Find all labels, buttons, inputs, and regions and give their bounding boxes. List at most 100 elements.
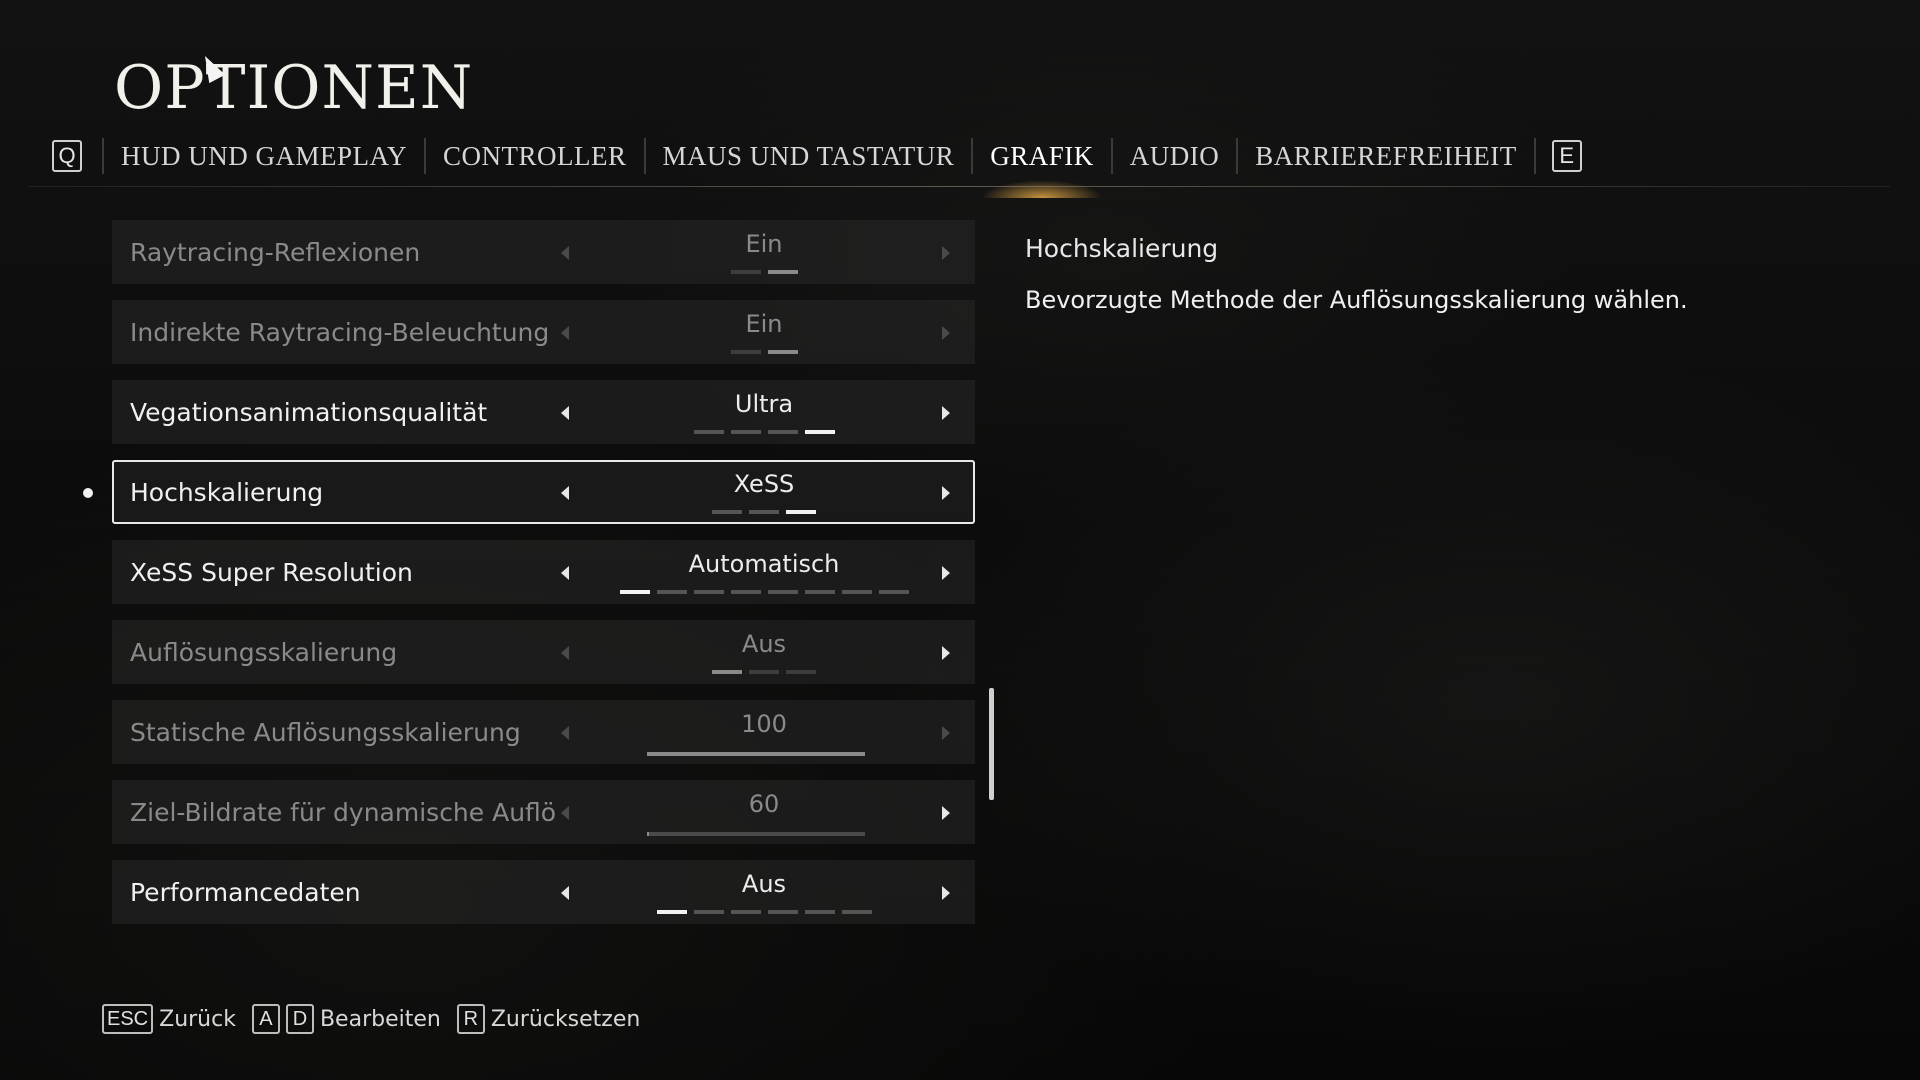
arrow-left-icon[interactable] [561, 566, 569, 580]
setting-row[interactable]: XeSS Super Resolution Automatisch [112, 540, 975, 604]
setting-value: Ein [745, 230, 783, 258]
option-segment [878, 590, 909, 594]
option-segment [749, 510, 779, 514]
setting-row[interactable]: Statische Auflösungsskalierung 100 [112, 700, 975, 764]
option-segment [786, 510, 816, 514]
arrow-left-icon[interactable] [561, 806, 569, 820]
option-segments [594, 590, 934, 594]
option-segment [656, 590, 687, 594]
reset-label[interactable]: Zurücksetzen [491, 1007, 641, 1032]
option-segment [619, 590, 650, 594]
arrow-left-icon[interactable] [561, 326, 569, 340]
option-segment [712, 670, 742, 674]
esc-key[interactable]: ESC [102, 1004, 154, 1034]
option-segment [730, 910, 761, 914]
arrow-left-icon[interactable] [561, 486, 569, 500]
tab-hud-und-gameplay[interactable]: HUD UND GAMEPLAY [102, 138, 424, 174]
d-key[interactable]: D [285, 1004, 314, 1034]
setting-row[interactable]: Auflösungsskalierung Aus [112, 620, 975, 684]
option-segment [712, 510, 742, 514]
prev-tab-key[interactable]: Q [52, 140, 82, 172]
option-segment [767, 910, 798, 914]
option-segments [594, 910, 934, 914]
arrow-right-icon[interactable] [942, 566, 950, 580]
tab-audio[interactable]: AUDIO [1110, 138, 1237, 174]
setting-value: XeSS [733, 470, 795, 498]
arrow-left-icon[interactable] [561, 886, 569, 900]
arrow-left-icon[interactable] [561, 246, 569, 260]
page-title: OPTIONEN [114, 53, 474, 123]
setting-label: Indirekte Raytracing-Beleuchtung [130, 317, 550, 347]
arrow-right-icon[interactable] [942, 406, 950, 420]
option-segments [594, 670, 934, 674]
setting-value: Automatisch [688, 550, 840, 578]
arrow-left-icon[interactable] [561, 726, 569, 740]
option-segment [730, 590, 761, 594]
edit-label[interactable]: Bearbeiten [320, 1007, 441, 1032]
setting-label: Raytracing-Reflexionen [130, 237, 421, 267]
option-segment [693, 910, 724, 914]
description-text: Bevorzugte Methode der Auflösungsskalier… [1025, 286, 1688, 314]
value-slider[interactable] [647, 752, 865, 756]
setting-row[interactable]: Ziel-Bildrate für dynamische Auflö 60 [112, 780, 975, 844]
selection-indicator-icon [83, 488, 93, 498]
option-segment [804, 430, 835, 434]
arrow-right-icon[interactable] [942, 646, 950, 660]
option-segment [656, 910, 687, 914]
option-segment [841, 910, 872, 914]
tab-controller[interactable]: CONTROLLER [424, 138, 644, 174]
option-segment [786, 670, 816, 674]
option-segment [767, 430, 798, 434]
footer-hints: ESC Zurück A D Bearbeiten R Zurücksetzen [102, 1004, 650, 1034]
setting-label: Ziel-Bildrate für dynamische Auflö [130, 797, 557, 827]
arrow-right-icon[interactable] [942, 326, 950, 340]
tab-grafik[interactable]: GRAFIK [971, 138, 1111, 198]
tab-bar: Q HUD UND GAMEPLAY CONTROLLER MAUS UND T… [52, 134, 1582, 198]
value-slider[interactable] [647, 832, 865, 836]
tab-maus-und-tastatur[interactable]: MAUS UND TASTATUR [643, 138, 972, 174]
option-segment [693, 430, 724, 434]
option-segment [730, 270, 761, 274]
setting-value: 100 [741, 710, 787, 738]
tab-separator [1533, 138, 1536, 174]
settings-scrollbar[interactable] [989, 688, 994, 800]
setting-row[interactable]: Vegationsanimationsqualität Ultra [112, 380, 975, 444]
slider-fill [647, 752, 865, 756]
option-segment [767, 270, 798, 274]
description-title: Hochskalierung [1025, 234, 1219, 263]
setting-label: Vegationsanimationsqualität [130, 397, 488, 427]
setting-row[interactable]: Raytracing-Reflexionen Ein [112, 220, 975, 284]
r-key[interactable]: R [456, 1004, 485, 1034]
tab-barrierefreiheit[interactable]: BARRIEREFREIHEIT [1236, 138, 1534, 174]
setting-value: Aus [741, 870, 787, 898]
setting-value: Ein [745, 310, 783, 338]
setting-label: Auflösungsskalierung [130, 637, 398, 667]
arrow-left-icon[interactable] [561, 406, 569, 420]
setting-label: Performancedaten [130, 877, 361, 907]
back-label[interactable]: Zurück [159, 1007, 236, 1032]
setting-value: Aus [741, 630, 787, 658]
option-segment [693, 590, 724, 594]
setting-value: 60 [748, 790, 780, 818]
option-segment [767, 350, 798, 354]
arrow-right-icon[interactable] [942, 486, 950, 500]
setting-label: XeSS Super Resolution [130, 557, 413, 587]
setting-row[interactable]: Hochskalierung XeSS [112, 460, 975, 524]
arrow-right-icon[interactable] [942, 806, 950, 820]
setting-row[interactable]: Performancedaten Aus [112, 860, 975, 924]
a-key[interactable]: A [251, 1004, 280, 1034]
arrow-right-icon[interactable] [942, 726, 950, 740]
next-tab-key[interactable]: E [1551, 140, 1582, 172]
setting-row[interactable]: Indirekte Raytracing-Beleuchtung Ein [112, 300, 975, 364]
arrow-right-icon[interactable] [942, 246, 950, 260]
option-segment [767, 590, 798, 594]
arrow-left-icon[interactable] [561, 646, 569, 660]
option-segments [594, 350, 934, 354]
option-segments [594, 510, 934, 514]
option-segments [594, 430, 934, 434]
setting-label: Statische Auflösungsskalierung [130, 717, 521, 747]
option-segment [804, 910, 835, 914]
arrow-right-icon[interactable] [942, 886, 950, 900]
settings-list: Raytracing-Reflexionen Ein Indirekte Raytr… [112, 220, 975, 940]
option-segment [804, 590, 835, 594]
